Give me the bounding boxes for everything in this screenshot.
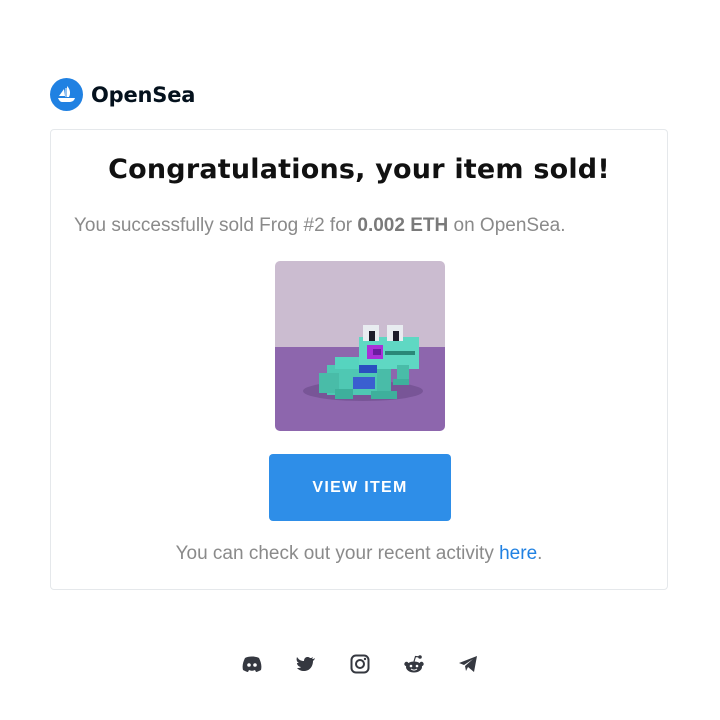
opensea-logo-icon bbox=[50, 78, 83, 111]
email-page: OpenSea Congratulations, your item sold!… bbox=[0, 0, 720, 720]
brand-name: OpenSea bbox=[91, 82, 196, 107]
view-item-button[interactable]: VIEW ITEM bbox=[269, 454, 451, 521]
pixel-frog-icon bbox=[275, 261, 445, 431]
activity-here-link[interactable]: here bbox=[499, 543, 537, 564]
sale-message-suffix: on OpenSea. bbox=[448, 215, 566, 236]
reddit-icon[interactable] bbox=[402, 652, 426, 676]
brand-header[interactable]: OpenSea bbox=[50, 78, 195, 111]
sale-message: You successfully sold Frog #2 for 0.002 … bbox=[74, 215, 565, 237]
activity-prefix: You can check out your recent activity bbox=[175, 543, 500, 564]
discord-icon[interactable] bbox=[240, 652, 264, 676]
activity-suffix: . bbox=[537, 543, 543, 564]
card-title: Congratulations, your item sold! bbox=[108, 154, 610, 185]
sale-price: 0.002 ETH bbox=[357, 215, 449, 236]
twitter-icon[interactable] bbox=[294, 652, 318, 676]
instagram-icon[interactable] bbox=[348, 652, 372, 676]
social-links bbox=[240, 652, 480, 676]
telegram-icon[interactable] bbox=[456, 652, 480, 676]
item-image[interactable] bbox=[275, 261, 445, 431]
sale-message-prefix: You successfully sold Frog #2 for bbox=[74, 215, 358, 236]
sale-notification-card: Congratulations, your item sold! You suc… bbox=[50, 129, 668, 590]
recent-activity-text: You can check out your recent activity h… bbox=[51, 543, 667, 565]
